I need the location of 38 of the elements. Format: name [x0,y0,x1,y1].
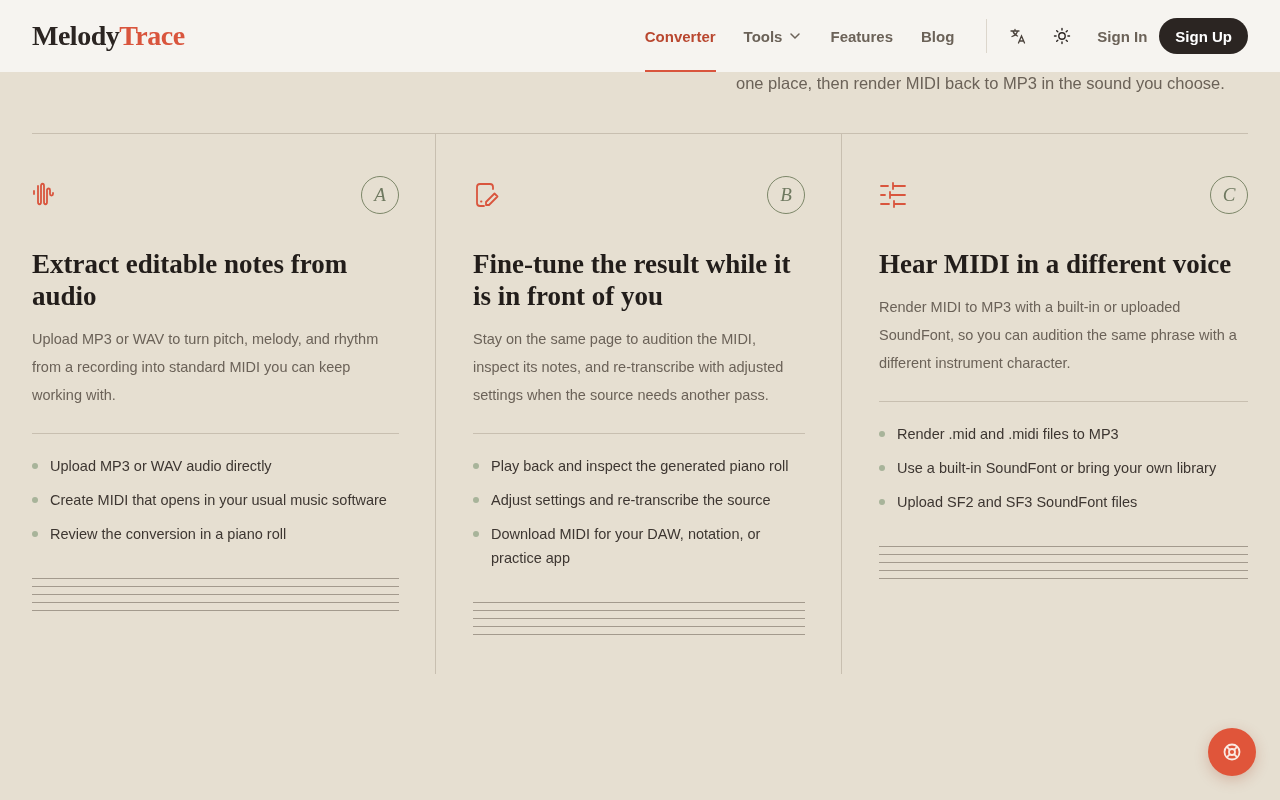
bullet-icon [32,463,38,469]
sign-in-link[interactable]: Sign In [1097,27,1148,45]
bullet-icon [473,497,479,503]
bullet-icon [32,497,38,503]
feature-point: Render .mid and .midi files to MP3 [897,425,1119,444]
sun-icon[interactable] [1053,27,1072,45]
logo[interactable]: MelodyTrace [32,20,185,52]
feature-point: Upload MP3 or WAV audio directly [50,457,272,476]
document-edit-icon [473,181,501,209]
translate-icon[interactable] [1009,27,1028,45]
bullet-icon [879,431,885,437]
nav-link[interactable]: Features [830,0,893,72]
feature-title: Extract editable notes from audio [32,248,349,312]
sign-up-button[interactable]: Sign Up [1159,18,1248,54]
bullet-icon [32,531,38,537]
feature-title: Hear MIDI in a different voice [879,248,1233,280]
feature-title: Fine-tune the result while it is in front of you [473,248,792,312]
intro-text: one place, then render MIDI back to MP3 in the sound you choose. [736,74,1225,94]
feature-point: Download MIDI for your DAW, notation, or practice app [491,525,762,568]
feature-point: Play back and inspect the generated piano roll [491,457,789,476]
bullet-icon [879,465,885,471]
feature-point: Adjust settings and re-transcribe the source [491,491,771,510]
lifebuoy-icon [1222,742,1242,762]
nav-link[interactable]: Converter [644,0,716,72]
feature-description: Upload MP3 or WAV to turn pitch, melody, and rhythm from a recording into standard MIDI you can keep working with. [32,330,380,405]
feature-point: Use a built-in SoundFont or bring your own library [897,459,1217,478]
feature-point: Upload SF2 and SF3 SoundFont files [897,493,1138,512]
feature-point: Create MIDI that opens in your usual music software [50,491,387,510]
sliders-icon [879,181,907,209]
bullet-icon [473,531,479,537]
nav-link[interactable]: Blog [921,0,955,72]
feature-point: Review the conversion in a piano roll [50,525,287,544]
feature-description: Stay on the same page to audition the MIDI, inspect its notes, and re-transcribe with adjusted settings when the source needs another pass. [473,330,785,405]
nav-link[interactable]: Tools [743,0,803,72]
help-button[interactable] [1208,728,1256,776]
bullet-icon [879,499,885,505]
bullet-icon [473,463,479,469]
feature-description: Render MIDI to MP3 with a built-in or uploaded SoundFont, so you can audition the same phrase with a different instrument character. [879,298,1238,373]
